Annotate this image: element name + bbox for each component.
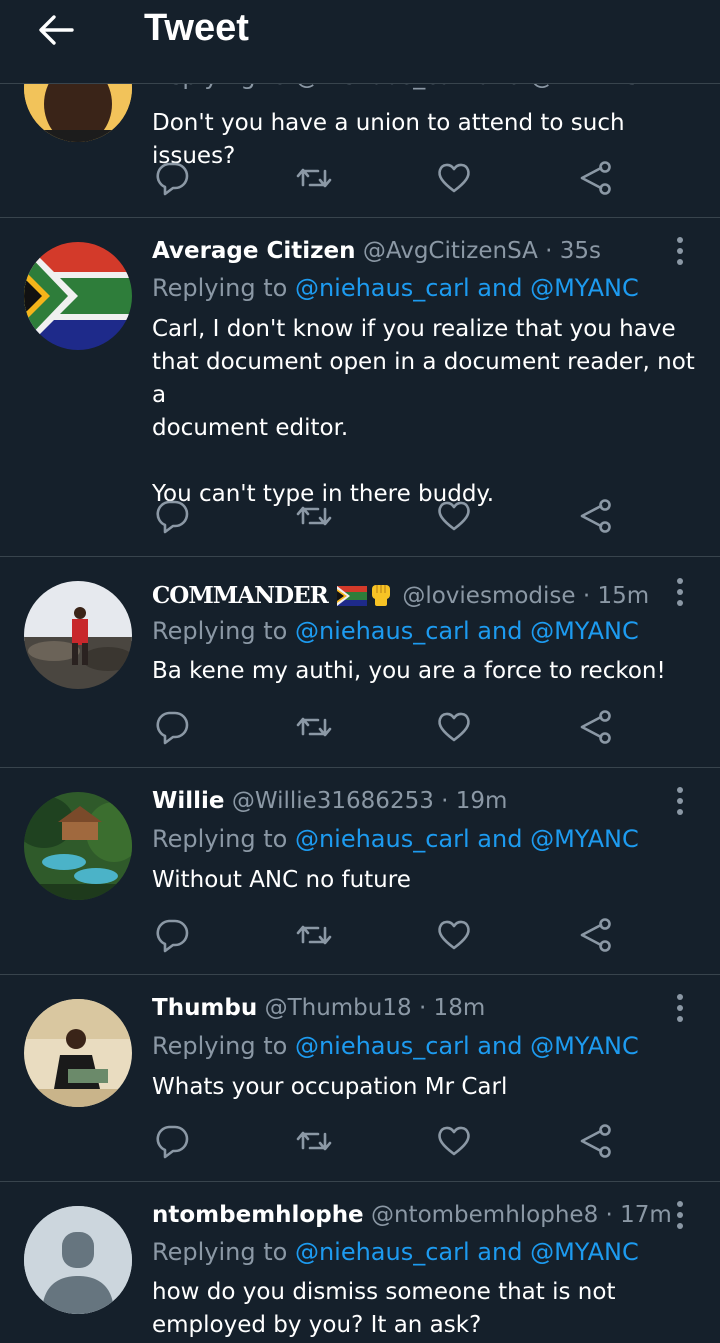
tweet-actions xyxy=(152,158,632,198)
comment-icon[interactable] xyxy=(152,915,192,955)
tweet-actions xyxy=(152,496,632,536)
avatar[interactable] xyxy=(24,999,132,1107)
tweet-text: Without ANC no future xyxy=(152,864,697,897)
page-title: Tweet xyxy=(144,7,249,49)
tweet-text-line: that document open in a document reader,… xyxy=(152,349,695,408)
tweet-text: how do you dismiss someone that is not e… xyxy=(152,1276,697,1342)
tweet-header: ntombemhlophe @ntombemhlophe8 · 17m xyxy=(152,1202,672,1228)
reply-context: Replying to @niehaus_carl and @MYANC xyxy=(152,274,639,302)
more-vertical-icon[interactable] xyxy=(670,577,690,607)
reply-context: Replying to @niehaus_carl and @MYANC xyxy=(152,1032,639,1060)
reply-context: Replying to @niehaus_carl and @MYANC xyxy=(152,825,639,853)
display-name[interactable]: Average Citizen xyxy=(152,238,356,264)
display-name[interactable]: Thumbu xyxy=(152,995,257,1021)
tweet-text-line: Carl, I don't know if you realize that y… xyxy=(152,316,676,342)
tweet-header: COMMANDER @loviesmodise · 15m xyxy=(152,579,649,609)
reply-mentions-link[interactable]: @niehaus_carl and @MYANC xyxy=(295,1032,639,1060)
tweet[interactable]: Willie @Willie31686253 · 19m Replying to… xyxy=(0,768,720,975)
avatar[interactable] xyxy=(24,581,132,689)
more-vertical-icon[interactable] xyxy=(670,236,690,266)
retweet-icon[interactable] xyxy=(294,707,334,747)
tweet-header: Willie @Willie31686253 · 19m xyxy=(152,788,507,814)
avatar[interactable] xyxy=(24,792,132,900)
retweet-icon[interactable] xyxy=(294,1121,334,1161)
user-handle[interactable]: @AvgCitizenSA xyxy=(363,238,538,264)
south-africa-flag-icon xyxy=(337,586,368,606)
tweet[interactable]: Thumbu @Thumbu18 · 18m Replying to @nieh… xyxy=(0,975,720,1182)
timestamp[interactable]: · 18m xyxy=(419,995,485,1021)
tweet-header: Average Citizen @AvgCitizenSA · 35s xyxy=(152,238,601,264)
retweet-icon[interactable] xyxy=(294,915,334,955)
heart-icon[interactable] xyxy=(434,915,474,955)
display-name[interactable]: COMMANDER xyxy=(152,582,329,609)
display-name[interactable]: Willie xyxy=(152,788,225,814)
avatar[interactable] xyxy=(24,242,132,350)
user-handle[interactable]: @loviesmodise xyxy=(402,583,575,609)
more-vertical-icon[interactable] xyxy=(670,1200,690,1230)
share-icon[interactable] xyxy=(576,158,616,198)
retweet-icon[interactable] xyxy=(294,496,334,536)
timestamp[interactable]: · 17m xyxy=(606,1202,672,1228)
timestamp[interactable]: · 15m xyxy=(583,583,649,609)
comment-icon[interactable] xyxy=(152,1121,192,1161)
tweet-header: Thumbu @Thumbu18 · 18m xyxy=(152,995,485,1021)
tweet-actions xyxy=(152,915,632,955)
user-handle[interactable]: @ntombemhlophe8 xyxy=(371,1202,598,1228)
tweet-text: Carl, I don't know if you realize that y… xyxy=(152,313,697,511)
tweet-actions xyxy=(152,1121,632,1161)
reply-mentions-link[interactable]: @niehaus_carl and @MYANC xyxy=(295,825,639,853)
comment-icon[interactable] xyxy=(152,707,192,747)
tweet[interactable]: ntombemhlophe @ntombemhlophe8 · 17m Repl… xyxy=(0,1182,720,1343)
tweet-actions xyxy=(152,707,632,747)
reply-context: Replying to @niehaus_carl and @MYANC xyxy=(152,1238,639,1266)
heart-icon[interactable] xyxy=(434,158,474,198)
heart-icon[interactable] xyxy=(434,707,474,747)
display-name[interactable]: ntombemhlophe xyxy=(152,1202,364,1228)
heart-icon[interactable] xyxy=(434,1121,474,1161)
comment-icon[interactable] xyxy=(152,158,192,198)
tweet-text-line: document editor. xyxy=(152,415,349,441)
share-icon[interactable] xyxy=(576,915,616,955)
more-vertical-icon[interactable] xyxy=(670,786,690,816)
reply-mentions-link[interactable]: @niehaus_carl and @MYANC xyxy=(295,617,639,645)
share-icon[interactable] xyxy=(576,707,616,747)
arrow-left-icon[interactable] xyxy=(36,10,76,50)
raised-fist-icon xyxy=(372,585,391,606)
timestamp[interactable]: · 35s xyxy=(545,238,601,264)
heart-icon[interactable] xyxy=(434,496,474,536)
reply-mentions-link[interactable]: @niehaus_carl and @MYANC xyxy=(295,1238,639,1266)
tweet-text-line: Ba kene my authi, you are a force to rec… xyxy=(152,658,666,684)
tweet-text-line: Without ANC no future xyxy=(152,867,411,893)
tweet-text-line xyxy=(152,445,697,478)
tweet[interactable]: COMMANDER @loviesmodise · 15m Replying t… xyxy=(0,557,720,768)
top-app-bar: Tweet xyxy=(0,0,720,84)
more-vertical-icon[interactable] xyxy=(670,993,690,1023)
share-icon[interactable] xyxy=(576,1121,616,1161)
reply-context: Replying to @niehaus_carl and @MYANC xyxy=(152,617,639,645)
comment-icon[interactable] xyxy=(152,496,192,536)
retweet-icon[interactable] xyxy=(294,158,334,198)
user-handle[interactable]: @Willie31686253 xyxy=(232,788,434,814)
tweet[interactable]: Average Citizen @AvgCitizenSA · 35s Repl… xyxy=(0,218,720,557)
tweet-text-line: employed by you? It an ask? xyxy=(152,1312,482,1338)
reply-mentions-link[interactable]: @niehaus_carl and @MYANC xyxy=(295,274,639,302)
tweet-text-line: how do you dismiss someone that is not xyxy=(152,1279,616,1305)
user-handle[interactable]: @Thumbu18 xyxy=(265,995,412,1021)
avatar[interactable] xyxy=(24,1206,132,1314)
tweet-text: Ba kene my authi, you are a force to rec… xyxy=(152,655,697,688)
share-icon[interactable] xyxy=(576,496,616,536)
tweet-text: Whats your occupation Mr Carl xyxy=(152,1071,697,1104)
timestamp[interactable]: · 19m xyxy=(441,788,507,814)
tweet-text-line: Whats your occupation Mr Carl xyxy=(152,1074,508,1100)
